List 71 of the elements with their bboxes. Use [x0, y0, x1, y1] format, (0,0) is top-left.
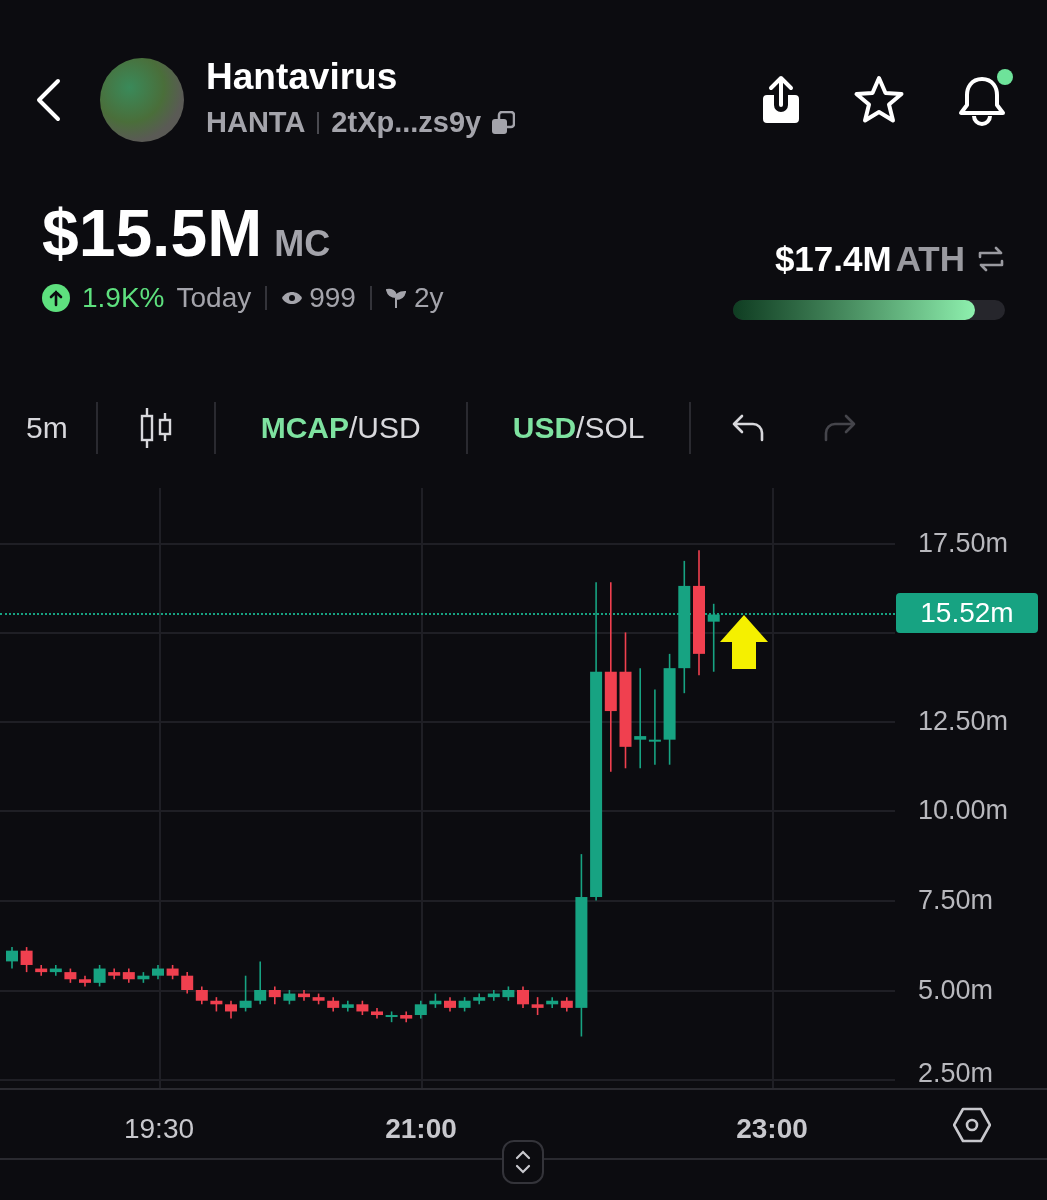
swap-icon[interactable]: [977, 245, 1005, 274]
candlestick: [517, 985, 529, 1009]
market-cap-unit: MC: [274, 222, 331, 266]
ath-value: $17.4M: [774, 238, 892, 280]
candlestick: [239, 974, 252, 1012]
candlestick: [195, 985, 208, 1005]
candlestick: [444, 995, 456, 1012]
market-cap-value: $15.5M: [42, 195, 263, 272]
candlestick: [181, 970, 194, 994]
candlestick: [49, 963, 62, 976]
candlestick: [356, 999, 369, 1016]
candlestick: [283, 988, 296, 1005]
candlestick: [312, 992, 325, 1005]
y-axis-label: 7.50m: [918, 884, 994, 915]
arrow-up-circle-icon: [42, 284, 70, 312]
x-axis-label: 19:30: [123, 1111, 195, 1146]
token-name: Hantavirus: [206, 55, 399, 100]
candlestick: [487, 988, 500, 1002]
candlestick: [502, 985, 515, 1002]
candlestick: [35, 963, 48, 976]
candlestick: [458, 995, 471, 1012]
candlestick: [152, 963, 164, 980]
share-icon[interactable]: [761, 75, 801, 125]
view-count: 999: [309, 281, 356, 315]
undo-icon[interactable]: [731, 413, 766, 442]
currency-pair-toggle[interactable]: USD/SOL: [467, 405, 690, 450]
copy-icon[interactable]: [491, 111, 516, 135]
interval-selector[interactable]: 5m: [0, 405, 96, 450]
candlestick: [79, 974, 91, 987]
y-axis-label: 2.50m: [918, 1057, 994, 1088]
settings-icon[interactable]: [953, 1106, 991, 1143]
y-axis-label: 5.00m: [918, 974, 994, 1005]
candlestick: [371, 1006, 383, 1019]
expand-handle-button[interactable]: [502, 1139, 544, 1184]
back-icon[interactable]: [34, 78, 62, 122]
candlestick: [298, 988, 310, 1002]
x-axis-label: 21:00: [385, 1111, 457, 1146]
sprout-icon: [385, 287, 406, 309]
candlestick: [385, 1010, 398, 1023]
candlestick: [6, 945, 18, 969]
candlestick: [531, 995, 544, 1016]
candlestick: [546, 995, 559, 1009]
candlestick: [327, 995, 340, 1012]
x-axis-label: 23:00: [736, 1111, 808, 1146]
candlestick: [225, 999, 237, 1019]
contract-address: 2tXp...zs9y: [331, 105, 482, 141]
current-price-tag: 15.52m: [896, 593, 1038, 634]
candlestick: [341, 999, 354, 1012]
candlestick: [210, 995, 223, 1012]
candlestick: [108, 967, 121, 980]
candlestick: [122, 967, 135, 984]
candlestick: [64, 967, 77, 984]
currency-pair-toggle[interactable]: MCAP/USD: [215, 405, 466, 450]
token-symbol: HANTA: [206, 105, 306, 141]
eye-icon: [281, 290, 304, 306]
change-period: Today: [176, 281, 252, 315]
token-age: 2y: [413, 281, 444, 315]
candlestick: [473, 992, 486, 1005]
y-axis-label: 10.00m: [918, 794, 1009, 825]
candlestick: [166, 963, 179, 980]
candlestick: [137, 970, 150, 984]
candlestick: [20, 945, 33, 973]
arrow-up-icon: [719, 613, 769, 670]
candlestick: [560, 995, 573, 1012]
y-axis-label: 17.50m: [918, 527, 1009, 558]
candlestick: [429, 992, 442, 1009]
change-percent: 1.9K%: [82, 281, 165, 315]
y-axis-label: 12.50m: [918, 705, 1009, 736]
ath-label: ATH: [895, 238, 965, 280]
candlestick: [93, 963, 106, 987]
star-icon[interactable]: [853, 75, 905, 125]
